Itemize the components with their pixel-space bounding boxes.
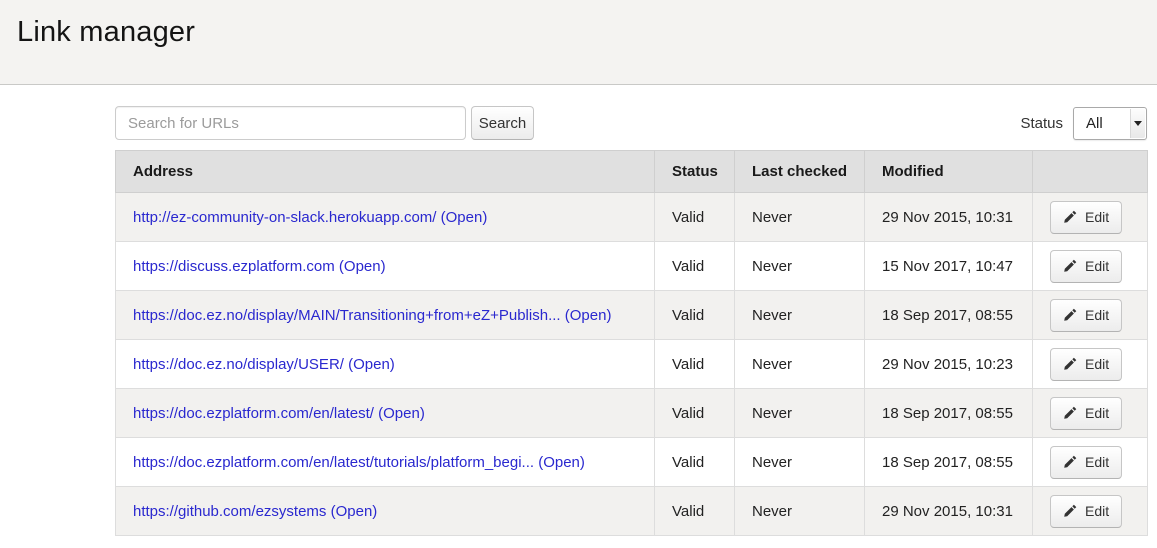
status-cell: Valid: [655, 438, 735, 487]
pencil-icon: [1063, 210, 1077, 224]
open-link[interactable]: (Open): [331, 503, 378, 520]
edit-button[interactable]: Edit: [1050, 397, 1122, 430]
open-link[interactable]: (Open): [441, 209, 488, 226]
modified-cell: 18 Sep 2017, 08:55: [865, 389, 1033, 438]
chevron-down-icon: [1130, 109, 1145, 138]
last-checked-cell: Never: [735, 389, 865, 438]
actions-cell: Edit: [1033, 340, 1148, 389]
address-cell: http://ez-community-on-slack.herokuapp.c…: [116, 193, 655, 242]
modified-cell: 18 Sep 2017, 08:55: [865, 291, 1033, 340]
edit-button[interactable]: Edit: [1050, 446, 1122, 479]
pencil-icon: [1063, 357, 1077, 371]
status-cell: Valid: [655, 487, 735, 536]
last-checked-cell: Never: [735, 193, 865, 242]
address-cell: https://github.com/ezsystems (Open): [116, 487, 655, 536]
url-link[interactable]: https://discuss.ezplatform.com: [133, 258, 335, 275]
search-button[interactable]: Search: [471, 106, 534, 140]
actions-cell: Edit: [1033, 193, 1148, 242]
actions-cell: Edit: [1033, 487, 1148, 536]
status-select-value: All: [1086, 115, 1103, 132]
edit-button-label: Edit: [1085, 307, 1109, 323]
pencil-icon: [1063, 259, 1077, 273]
open-link[interactable]: (Open): [339, 258, 386, 275]
open-link[interactable]: (Open): [565, 307, 612, 324]
modified-cell: 29 Nov 2015, 10:31: [865, 193, 1033, 242]
modified-cell: 29 Nov 2015, 10:23: [865, 340, 1033, 389]
edit-button[interactable]: Edit: [1050, 201, 1122, 234]
status-cell: Valid: [655, 242, 735, 291]
address-cell: https://doc.ez.no/display/MAIN/Transitio…: [116, 291, 655, 340]
last-checked-cell: Never: [735, 291, 865, 340]
page-header: Link manager: [0, 0, 1157, 85]
links-table: Address Status Last checked Modified htt…: [115, 150, 1148, 536]
edit-button-label: Edit: [1085, 405, 1109, 421]
table-row: https://doc.ez.no/display/MAIN/Transitio…: [116, 291, 1148, 340]
pencil-icon: [1063, 308, 1077, 322]
edit-button[interactable]: Edit: [1050, 250, 1122, 283]
table-row: https://doc.ez.no/display/USER/ (Open) V…: [116, 340, 1148, 389]
edit-button[interactable]: Edit: [1050, 299, 1122, 332]
edit-button-label: Edit: [1085, 503, 1109, 519]
table-row: https://github.com/ezsystems (Open) Vali…: [116, 487, 1148, 536]
table-row: https://discuss.ezplatform.com (Open) Va…: [116, 242, 1148, 291]
status-cell: Valid: [655, 340, 735, 389]
table-row: https://doc.ezplatform.com/en/latest/ (O…: [116, 389, 1148, 438]
actions-cell: Edit: [1033, 291, 1148, 340]
url-link[interactable]: https://doc.ezplatform.com/en/latest/: [133, 405, 374, 422]
edit-button[interactable]: Edit: [1050, 495, 1122, 528]
url-link[interactable]: https://doc.ez.no/display/USER/: [133, 356, 344, 373]
edit-button-label: Edit: [1085, 356, 1109, 372]
address-cell: https://doc.ez.no/display/USER/ (Open): [116, 340, 655, 389]
header-status: Status: [655, 151, 735, 193]
pencil-icon: [1063, 504, 1077, 518]
url-link[interactable]: http://ez-community-on-slack.herokuapp.c…: [133, 209, 436, 226]
actions-cell: Edit: [1033, 438, 1148, 487]
status-filter: Status All: [1020, 107, 1147, 140]
edit-button-label: Edit: [1085, 454, 1109, 470]
modified-cell: 29 Nov 2015, 10:31: [865, 487, 1033, 536]
last-checked-cell: Never: [735, 340, 865, 389]
edit-button[interactable]: Edit: [1050, 348, 1122, 381]
header-actions: [1033, 151, 1148, 193]
search-input[interactable]: [115, 106, 466, 140]
open-link[interactable]: (Open): [378, 405, 425, 422]
last-checked-cell: Never: [735, 242, 865, 291]
table-body: http://ez-community-on-slack.herokuapp.c…: [116, 193, 1148, 536]
status-cell: Valid: [655, 193, 735, 242]
edit-button-label: Edit: [1085, 258, 1109, 274]
table-row: https://doc.ezplatform.com/en/latest/tut…: [116, 438, 1148, 487]
table-header-row: Address Status Last checked Modified: [116, 151, 1148, 193]
open-link[interactable]: (Open): [348, 356, 395, 373]
status-filter-label: Status: [1020, 115, 1063, 132]
pencil-icon: [1063, 455, 1077, 469]
open-link[interactable]: (Open): [538, 454, 585, 471]
url-link[interactable]: https://doc.ez.no/display/MAIN/Transitio…: [133, 307, 561, 324]
edit-button-label: Edit: [1085, 209, 1109, 225]
content: Search Status All Address Status Last ch…: [115, 106, 1147, 536]
last-checked-cell: Never: [735, 438, 865, 487]
modified-cell: 18 Sep 2017, 08:55: [865, 438, 1033, 487]
pencil-icon: [1063, 406, 1077, 420]
page-title: Link manager: [17, 16, 1139, 49]
address-cell: https://doc.ezplatform.com/en/latest/tut…: [116, 438, 655, 487]
header-address: Address: [116, 151, 655, 193]
header-last-checked: Last checked: [735, 151, 865, 193]
status-cell: Valid: [655, 389, 735, 438]
url-link[interactable]: https://doc.ezplatform.com/en/latest/tut…: [133, 454, 534, 471]
toolbar: Search Status All: [115, 106, 1147, 140]
address-cell: https://discuss.ezplatform.com (Open): [116, 242, 655, 291]
status-select[interactable]: All: [1073, 107, 1147, 140]
modified-cell: 15 Nov 2017, 10:47: [865, 242, 1033, 291]
last-checked-cell: Never: [735, 487, 865, 536]
header-modified: Modified: [865, 151, 1033, 193]
actions-cell: Edit: [1033, 242, 1148, 291]
url-link[interactable]: https://github.com/ezsystems: [133, 503, 326, 520]
status-cell: Valid: [655, 291, 735, 340]
table-row: http://ez-community-on-slack.herokuapp.c…: [116, 193, 1148, 242]
address-cell: https://doc.ezplatform.com/en/latest/ (O…: [116, 389, 655, 438]
actions-cell: Edit: [1033, 389, 1148, 438]
